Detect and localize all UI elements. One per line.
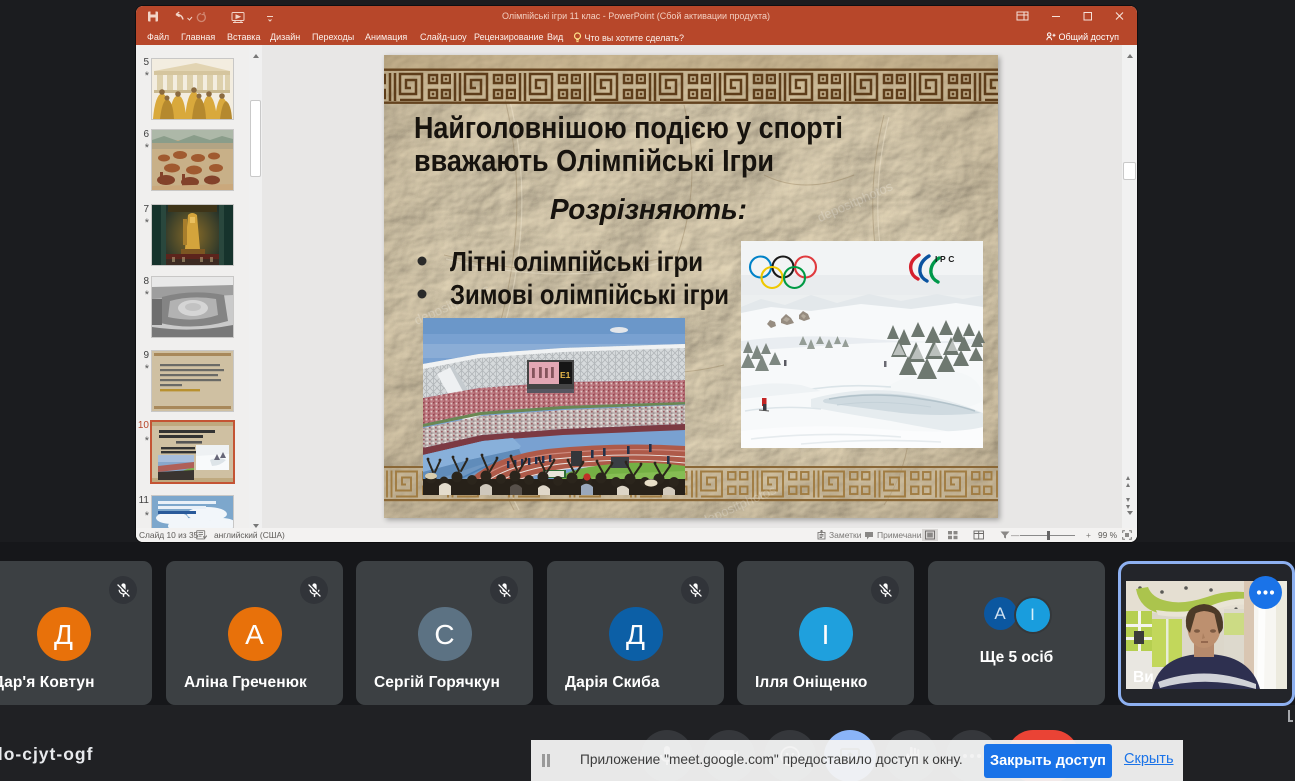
svg-text:E1: E1 — [560, 370, 571, 380]
svg-text:Розрізняють:: Розрізняють: — [550, 194, 747, 226]
svg-text:IPC: IPC — [935, 254, 957, 264]
svg-text:Літні олімпійські ігри: Літні олімпійські ігри — [450, 246, 703, 277]
svg-text:Зимові олімпійські ігри: Зимові олімпійські ігри — [450, 279, 729, 310]
svg-text:Найголовнішою подією у спорті: Найголовнішою подією у спорті — [414, 110, 843, 145]
svg-text:вважають Олімпійські Ігри: вважають Олімпійські Ігри — [414, 143, 774, 178]
